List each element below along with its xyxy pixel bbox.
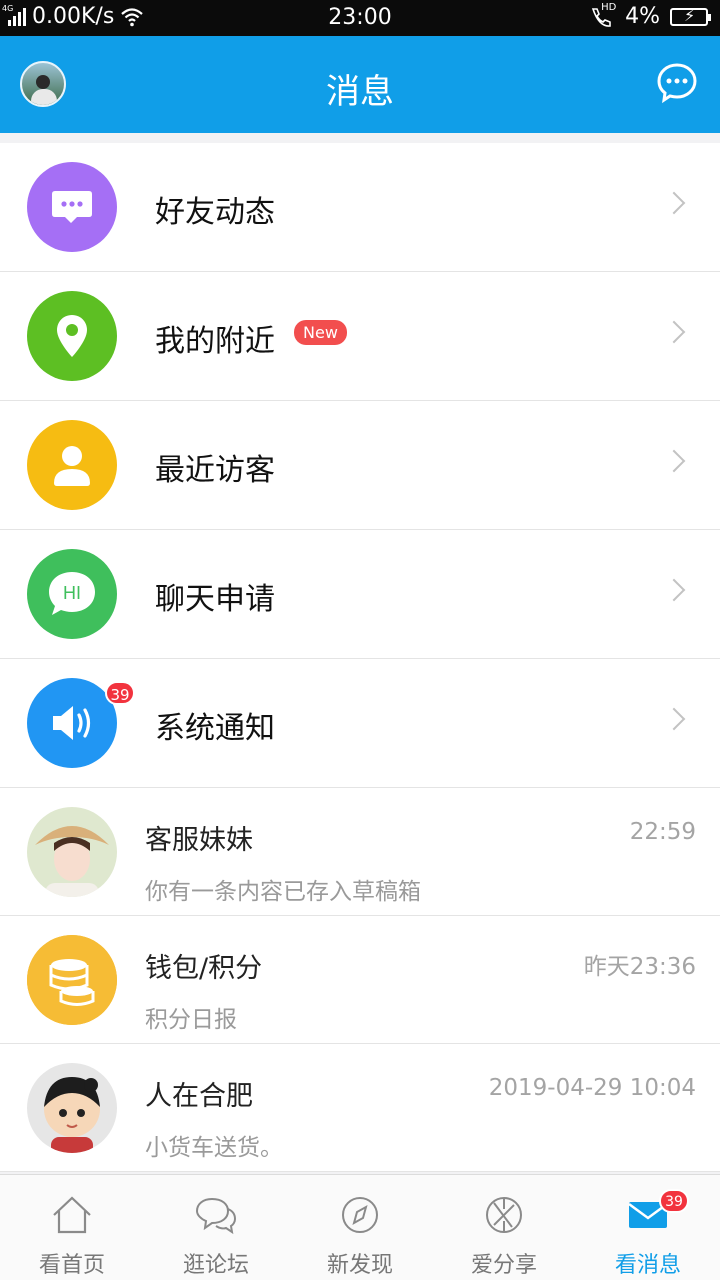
battery-percent: 4%	[625, 4, 660, 29]
tab-label: 爱分享	[470, 1253, 537, 1278]
nearby-item[interactable]: 我的附近 New	[0, 272, 720, 401]
conversation-preview: 积分日报	[145, 1007, 237, 1033]
svg-text:HI: HI	[63, 583, 81, 603]
tab-label: 新发现	[326, 1253, 393, 1278]
location-pin-icon	[27, 291, 117, 381]
system-notice-item[interactable]: 39 系统通知	[0, 659, 720, 788]
chevron-right-icon	[662, 320, 686, 344]
app-header: 消息	[0, 36, 720, 133]
conversation-row[interactable]: 人在合肥 2019-04-29 10:04 小货车送货。	[0, 1044, 720, 1172]
conversation-preview: 小货车送货。	[145, 1135, 283, 1161]
tab-messages[interactable]: 39 看消息	[576, 1175, 720, 1280]
item-label: 系统通知	[155, 711, 275, 746]
battery-icon: ⚡	[670, 6, 711, 26]
conversation-row[interactable]: 客服妹妹 22:59 你有一条内容已存入草稿箱	[0, 788, 720, 916]
new-badge: New	[294, 320, 347, 345]
notice-count-badge: 39	[105, 681, 135, 705]
person-icon	[27, 420, 117, 510]
conversation-row[interactable]: 钱包/积分 昨天23:36 积分日报	[0, 916, 720, 1044]
divider	[0, 133, 720, 143]
conversation-name: 客服妹妹	[145, 825, 253, 856]
bottom-tab-bar: 看首页 逛论坛 新发现 爱分享 39 看消息	[0, 1174, 720, 1280]
conversation-name: 钱包/积分	[145, 953, 263, 984]
tab-discover[interactable]: 新发现	[288, 1175, 432, 1280]
chevron-right-icon	[662, 191, 686, 215]
recent-visitors-item[interactable]: 最近访客	[0, 401, 720, 530]
hd-call-icon: HD	[589, 2, 616, 28]
speech-bubble-icon	[27, 162, 117, 252]
conversation-preview: 你有一条内容已存入草稿箱	[145, 879, 421, 905]
status-bar: 4G 0.00K/s 23:00 HD 4% ⚡	[0, 0, 720, 36]
tab-label: 看消息	[614, 1253, 681, 1278]
chevron-right-icon	[662, 707, 686, 731]
coins-icon	[27, 935, 117, 1025]
tab-label: 逛论坛	[182, 1253, 249, 1278]
item-label: 我的附近	[155, 324, 275, 359]
conversation-time: 2019-04-29 10:04	[488, 1075, 696, 1101]
forum-icon	[195, 1197, 237, 1235]
tab-home[interactable]: 看首页	[0, 1175, 144, 1280]
chat-bubble-icon[interactable]	[656, 62, 698, 104]
page-title: 消息	[326, 72, 394, 112]
message-list: 好友动态 我的附近 New 最近访客 HI 聊天申请 39 系统通知 客服妹妹 …	[0, 143, 720, 1172]
share-icon	[486, 1197, 522, 1233]
avatar	[27, 1063, 117, 1153]
friends-feed-item[interactable]: 好友动态	[0, 143, 720, 272]
conversation-time: 昨天23:36	[583, 954, 696, 980]
tab-label: 看首页	[38, 1253, 105, 1278]
item-label: 聊天申请	[155, 582, 275, 617]
home-icon	[53, 1196, 91, 1234]
chat-request-item[interactable]: HI 聊天申请	[0, 530, 720, 659]
compass-icon	[342, 1197, 378, 1233]
conversation-time: 22:59	[629, 819, 696, 845]
speaker-icon	[27, 678, 117, 768]
tab-forum[interactable]: 逛论坛	[144, 1175, 288, 1280]
chevron-right-icon	[662, 578, 686, 602]
avatar	[27, 807, 117, 897]
messages-count-badge: 39	[659, 1189, 689, 1213]
item-label: 好友动态	[155, 195, 275, 230]
chevron-right-icon	[662, 449, 686, 473]
conversation-name: 人在合肥	[145, 1081, 253, 1112]
hi-bubble-icon: HI	[27, 549, 117, 639]
item-label: 最近访客	[155, 453, 275, 488]
tab-share[interactable]: 爱分享	[432, 1175, 576, 1280]
